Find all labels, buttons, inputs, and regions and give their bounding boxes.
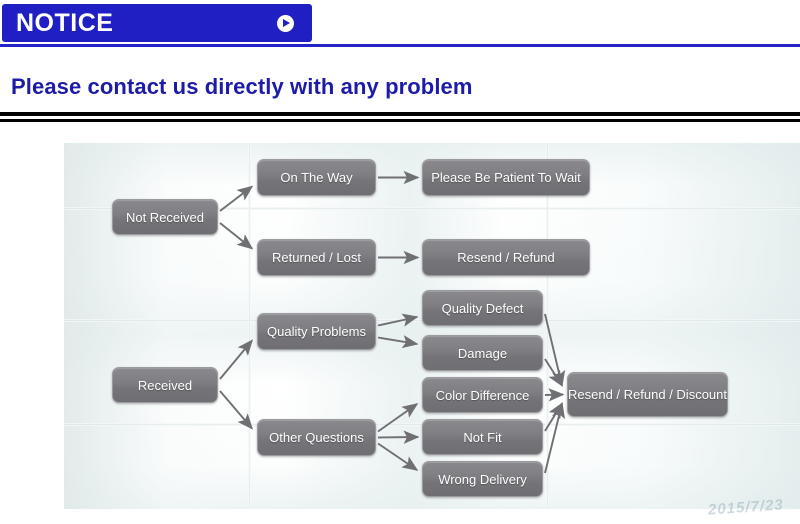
- play-triangle-icon: [277, 15, 294, 32]
- divider-rule-top: [0, 112, 800, 116]
- flow-node-patient-wait: Please Be Patient To Wait: [422, 159, 590, 196]
- flow-node-received: Received: [112, 367, 218, 403]
- flow-node-quality-problems: Quality Problems: [257, 313, 376, 350]
- flow-node-not-received: Not Received: [112, 199, 218, 235]
- flow-node-resend-refund-discount: Resend / Refund / Discount: [567, 372, 728, 417]
- notice-banner: NOTICE: [2, 4, 312, 42]
- banner-underline: [0, 44, 800, 47]
- flow-node-wrong-delivery: Wrong Delivery: [422, 461, 543, 497]
- flow-node-quality-defect: Quality Defect: [422, 290, 543, 326]
- flow-node-not-fit: Not Fit: [422, 419, 543, 455]
- flow-node-resend-refund: Resend / Refund: [422, 239, 590, 276]
- flow-node-returned-lost: Returned / Lost: [257, 239, 376, 276]
- flow-node-on-the-way: On The Way: [257, 159, 376, 196]
- flow-node-other-questions: Other Questions: [257, 419, 376, 456]
- flow-node-damage: Damage: [422, 335, 543, 371]
- page-heading: Please contact us directly with any prob…: [11, 74, 473, 99]
- flow-node-color-difference: Color Difference: [422, 377, 543, 413]
- notice-title: NOTICE: [16, 9, 114, 37]
- divider-rule-bottom: [0, 119, 800, 122]
